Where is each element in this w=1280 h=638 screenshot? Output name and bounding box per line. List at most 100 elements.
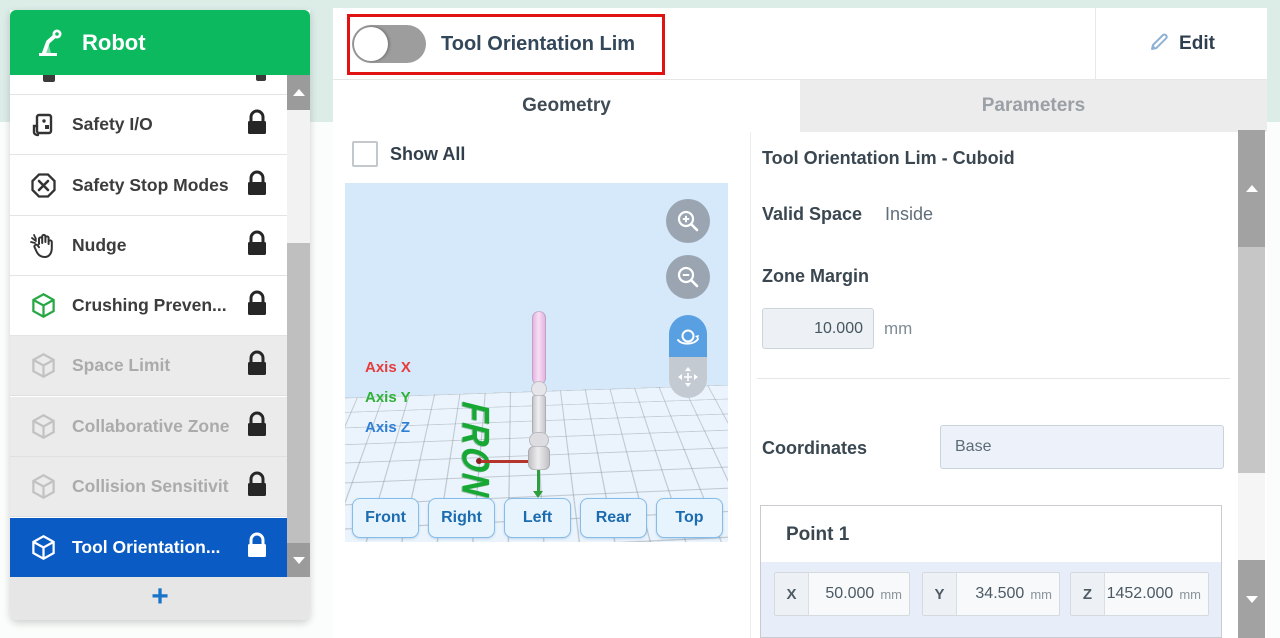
- add-zone-button[interactable]: +: [10, 577, 310, 620]
- sidebar-scrollbar: [287, 75, 310, 577]
- cube-icon-gray: [28, 351, 58, 381]
- sidebar-item-collaborative-zone[interactable]: Collaborative Zone: [10, 397, 287, 457]
- rotate-view-button[interactable]: [669, 315, 707, 357]
- details-scrollbar-thumb[interactable]: [1238, 247, 1265, 473]
- view-button-left[interactable]: Left: [504, 498, 571, 538]
- hand-icon: [28, 231, 58, 261]
- cube-icon-gray: [28, 412, 58, 442]
- z-unit: mm: [1177, 573, 1208, 615]
- sidebar-list: Safety I/O Safety Stop Modes: [10, 75, 310, 577]
- tool-orientation-toggle[interactable]: [352, 25, 426, 63]
- view-button-top[interactable]: Top: [656, 498, 723, 538]
- details-scroll-down-button[interactable]: [1238, 560, 1265, 638]
- pan-view-button[interactable]: [669, 357, 707, 399]
- view-button-rear[interactable]: Rear: [580, 498, 647, 538]
- tab-geometry[interactable]: Geometry: [333, 80, 800, 132]
- sidebar-item-label: Nudge: [72, 235, 239, 256]
- robot-forearm: [532, 395, 546, 435]
- cube-icon-gray: [28, 472, 58, 502]
- clipped-row-fragment: [43, 75, 55, 82]
- point-x-field[interactable]: X 50.000 mm: [774, 572, 910, 616]
- lock-icon: [245, 471, 269, 503]
- sidebar-item-label: Safety I/O: [72, 114, 239, 135]
- show-all-label: Show All: [390, 144, 465, 165]
- axis-y-label: Axis Y: [365, 389, 411, 406]
- lock-icon: [245, 411, 269, 443]
- 3d-viewer[interactable]: Axis X Axis Y Axis Z FRONT: [345, 183, 728, 542]
- section-divider: [757, 378, 1230, 379]
- cube-icon-green: [28, 291, 58, 321]
- valid-space-label: Valid Space: [762, 204, 862, 225]
- view-button-front[interactable]: Front: [352, 498, 419, 538]
- plus-icon: +: [151, 582, 169, 612]
- x-axis-tag: X: [775, 573, 809, 615]
- sidebar-item-label: Tool Orientation...: [72, 537, 249, 558]
- z-value: 1452.000: [1105, 573, 1177, 615]
- sidebar-item-crushing-prevention[interactable]: Crushing Preven...: [10, 276, 287, 336]
- edit-button[interactable]: Edit: [1096, 8, 1267, 80]
- lock-icon: [245, 230, 269, 262]
- sidebar-scrollbar-thumb[interactable]: [287, 243, 310, 543]
- panel-header: Tool Orientation Lim Edit: [333, 8, 1267, 80]
- y-value: 34.500: [957, 573, 1028, 615]
- stop-x-icon: [28, 171, 58, 201]
- robot-upper-arm: [532, 311, 546, 385]
- zone-title: Tool Orientation Lim - Cuboid: [762, 148, 1015, 169]
- point-z-field[interactable]: Z 1452.000 mm: [1070, 572, 1209, 616]
- robot-base: [528, 446, 550, 470]
- sidebar: Robot Safety I/O: [10, 10, 310, 620]
- sidebar-item-space-limit[interactable]: Space Limit: [10, 336, 287, 396]
- coordinates-label: Coordinates: [762, 438, 867, 459]
- cube-icon-white: [28, 533, 58, 563]
- lock-icon: [245, 290, 269, 322]
- lock-icon: [245, 170, 269, 202]
- sidebar-item-collision-sensitivity[interactable]: Collision Sensitivit: [10, 457, 287, 517]
- axis-y-line: [537, 470, 540, 492]
- tab-parameters[interactable]: Parameters: [800, 80, 1267, 132]
- zoom-in-button[interactable]: [666, 199, 710, 243]
- z-axis-tag: Z: [1071, 573, 1105, 615]
- lock-icon: [245, 109, 269, 141]
- sidebar-scroll-up-button[interactable]: [287, 75, 310, 110]
- axis-x-line: [481, 460, 533, 463]
- show-all-control: Show All: [352, 141, 465, 167]
- x-value: 50.000: [809, 573, 878, 615]
- tab-bar: Geometry Parameters: [333, 80, 1267, 132]
- sidebar-item-label: Crushing Preven...: [72, 295, 239, 316]
- y-axis-tag: Y: [923, 573, 957, 615]
- lock-icon-white: [245, 532, 269, 564]
- axis-x-label: Axis X: [365, 359, 411, 376]
- sidebar-item-safety-stop-modes[interactable]: Safety Stop Modes: [10, 156, 287, 216]
- point-y-field[interactable]: Y 34.500 mm: [922, 572, 1060, 616]
- details-scroll-up-button[interactable]: [1238, 130, 1265, 247]
- show-all-checkbox[interactable]: [352, 141, 378, 167]
- toggle-label: Tool Orientation Lim: [441, 8, 635, 80]
- zone-margin-unit: mm: [884, 319, 912, 339]
- pencil-icon: [1148, 31, 1170, 58]
- zoom-out-button[interactable]: [666, 255, 710, 299]
- details-scrollbar: [1238, 130, 1265, 638]
- robot-settings-screen: Robot Safety I/O: [0, 0, 1280, 638]
- sidebar-item-label: Collision Sensitivit: [72, 476, 249, 497]
- main-panel: Tool Orientation Lim Edit Geometry Param…: [333, 8, 1267, 638]
- x-unit: mm: [878, 573, 909, 615]
- sidebar-header: Robot: [10, 10, 310, 75]
- point-title: Point 1: [786, 524, 849, 546]
- coordinates-select[interactable]: Base: [940, 425, 1224, 469]
- io-icon: [28, 110, 58, 140]
- sidebar-item-safety-io[interactable]: Safety I/O: [10, 95, 287, 155]
- axis-z-label: Axis Z: [365, 419, 410, 436]
- sidebar-scroll-down-button[interactable]: [287, 543, 310, 577]
- point-values-row: X 50.000 mm Y 34.500 mm Z 1452.000 mm: [761, 562, 1221, 637]
- sidebar-item-label: Collaborative Zone: [72, 416, 249, 437]
- sidebar-item-tool-orientation[interactable]: Tool Orientation...: [10, 518, 287, 577]
- sidebar-item-nudge[interactable]: Nudge: [10, 216, 287, 276]
- edit-label: Edit: [1179, 33, 1215, 55]
- column-divider: [750, 132, 751, 638]
- point-1-section: Point 1 X 50.000 mm Y 34.500 mm Z 1452.0…: [760, 505, 1222, 638]
- zone-margin-input[interactable]: 10.000: [762, 308, 874, 349]
- valid-space-value: Inside: [885, 204, 933, 225]
- view-button-right[interactable]: Right: [428, 498, 495, 538]
- clipped-lock-fragment: [256, 75, 266, 81]
- sidebar-title: Robot: [82, 30, 146, 56]
